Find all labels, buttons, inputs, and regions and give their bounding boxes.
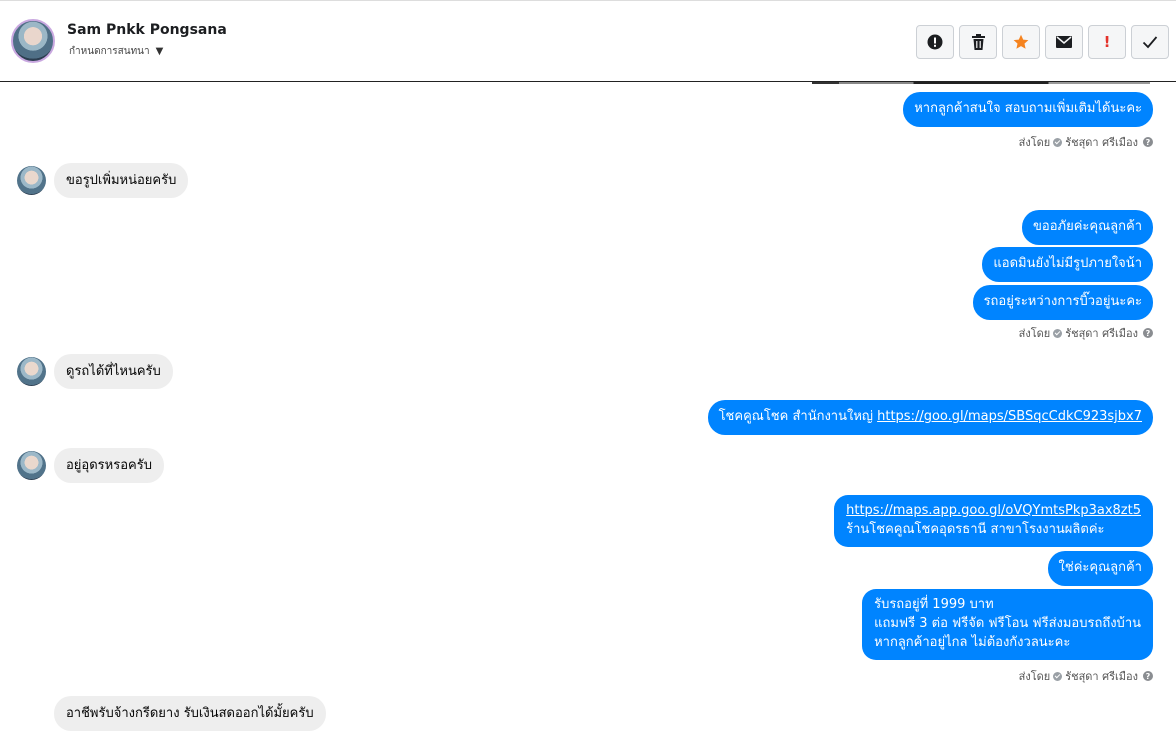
sent-by-label: ส่งโดย รัชสุดา ศรีเมือง ? (1019, 324, 1153, 342)
sent-by-prefix: ส่งโดย (1018, 327, 1051, 340)
outgoing-message: แอดมินยังไม่มีรูปภายใจน้า (982, 247, 1153, 282)
message-line: รับรถอยู่ที่ 1999 บาท (874, 597, 994, 612)
message-bubble[interactable]: ดูรถได้ที่ไหนครับ (54, 354, 173, 389)
message-bubble[interactable]: ขอรูปเพิ่มหน่อยครับ (54, 163, 189, 198)
verified-icon (1053, 671, 1063, 681)
verified-icon (1053, 328, 1063, 338)
outgoing-message: ขออภัยค่ะคุณลูกค้า (1022, 210, 1153, 245)
follow-up-button[interactable]: ! (1088, 25, 1126, 59)
message-text: โชคคูณโชค สำนักงานใหญ่ (718, 409, 878, 424)
conversation-status-label: กำหนดการสนทนา (69, 46, 150, 57)
sent-by-prefix: ส่งโดย (1018, 136, 1051, 149)
trash-icon (971, 34, 985, 50)
message-bubble[interactable]: รถอยู่ระหว่างการบิ๊วอยู่นะคะ (972, 285, 1153, 320)
envelope-icon (1056, 36, 1072, 48)
alert-circle-icon (927, 34, 943, 50)
outgoing-message: รับรถอยู่ที่ 1999 บาท แถมฟรี 3 ต่อ ฟรีจั… (862, 589, 1153, 660)
contact-avatar-small (17, 357, 46, 386)
contact-avatar[interactable] (11, 19, 55, 63)
message-bubble[interactable]: อาชีพรับจ้างกรีดยาง รับเงินสดออกได้มั้ยค… (54, 696, 326, 731)
message-line: แถมฟรี 3 ต่อ ฟรีจัด ฟรีโอน ฟรีส่งมอบรถถึ… (874, 616, 1141, 631)
maps-link[interactable]: https://goo.gl/maps/SBSqcCdkC923sjbx7 (877, 409, 1142, 424)
outgoing-message: https://maps.app.goo.gl/oVQYmtsPkp3ax8zt… (834, 495, 1153, 547)
maps-link[interactable]: https://maps.app.goo.gl/oVQYmtsPkp3ax8zt… (846, 503, 1141, 518)
sent-by-prefix: ส่งโดย (1018, 670, 1051, 683)
message-bubble[interactable]: ใช่ค่ะคุณลูกค้า (1047, 551, 1153, 586)
help-icon[interactable]: ? (1143, 328, 1153, 338)
conversation-status-dropdown[interactable]: กำหนดการสนทนา ▼ (69, 44, 163, 59)
help-icon[interactable]: ? (1143, 671, 1153, 681)
sent-by-label: ส่งโดย รัชสุดา ศรีเมือง ? (1019, 667, 1153, 685)
message-line: หากลูกค้าอยู่ไกล ไม่ต้องกังวลนะคะ (874, 635, 1071, 650)
message-bubble[interactable]: อยู่อุดรหรอครับ (54, 448, 164, 483)
delete-button[interactable] (959, 25, 997, 59)
conversation-header: Sam Pnkk Pongsana กำหนดการสนทนา ▼ ! (0, 0, 1176, 82)
message-bubble[interactable]: ขออภัยค่ะคุณลูกค้า (1022, 210, 1153, 245)
incoming-message: ขอรูปเพิ่มหน่อยครับ (17, 163, 189, 198)
message-bubble[interactable]: โชคคูณโชค สำนักงานใหญ่ https://goo.gl/ma… (707, 400, 1153, 435)
message-bubble[interactable]: หากลูกค้าสนใจ สอบถามเพิ่มเติมได้นะคะ (903, 92, 1153, 127)
sent-by-label: ส่งโดย รัชสุดา ศรีเมือง ? (1019, 133, 1153, 151)
outgoing-message: ใช่ค่ะคุณลูกค้า (1047, 551, 1153, 586)
mark-spam-button[interactable] (916, 25, 954, 59)
incoming-message: อาชีพรับจ้างกรีดยาง รับเงินสดออกได้มั้ยค… (54, 696, 326, 731)
caret-down-icon: ▼ (155, 46, 164, 57)
verified-icon (1053, 137, 1063, 147)
star-button[interactable] (1002, 25, 1040, 59)
incoming-message: ดูรถได้ที่ไหนครับ (17, 354, 173, 389)
exclamation-icon: ! (1103, 33, 1111, 51)
star-icon (1013, 34, 1029, 49)
incoming-message: อยู่อุดรหรอครับ (17, 448, 164, 483)
sent-by-agent: รัชสุดา ศรีเมือง (1065, 327, 1138, 340)
check-icon (1142, 36, 1158, 49)
mark-done-button[interactable] (1131, 25, 1169, 59)
sent-by-agent: รัชสุดา ศรีเมือง (1065, 670, 1138, 683)
message-thread[interactable]: หากลูกค้าสนใจ สอบถามเพิ่มเติมได้นะคะ ส่ง… (0, 82, 1176, 731)
conversation-toolbar: ! (916, 25, 1169, 59)
message-bubble[interactable]: รับรถอยู่ที่ 1999 บาท แถมฟรี 3 ต่อ ฟรีจั… (862, 589, 1153, 660)
contact-avatar-small (17, 451, 46, 480)
contact-avatar-small (17, 166, 46, 195)
message-bubble[interactable]: https://maps.app.goo.gl/oVQYmtsPkp3ax8zt… (834, 495, 1153, 547)
sent-by-agent: รัชสุดา ศรีเมือง (1065, 136, 1138, 149)
outgoing-message: โชคคูณโชค สำนักงานใหญ่ https://goo.gl/ma… (707, 400, 1153, 435)
mark-unread-button[interactable] (1045, 25, 1083, 59)
help-icon[interactable]: ? (1143, 137, 1153, 147)
outgoing-message: หากลูกค้าสนใจ สอบถามเพิ่มเติมได้นะคะ (903, 92, 1153, 127)
outgoing-message: รถอยู่ระหว่างการบิ๊วอยู่นะคะ (972, 285, 1153, 320)
contact-name[interactable]: Sam Pnkk Pongsana (67, 22, 227, 38)
message-text: ร้านโชคคูณโชคอุดรธานี สาขาโรงงานผลิตค่ะ (846, 522, 1105, 537)
message-bubble[interactable]: แอดมินยังไม่มีรูปภายใจน้า (982, 247, 1153, 282)
